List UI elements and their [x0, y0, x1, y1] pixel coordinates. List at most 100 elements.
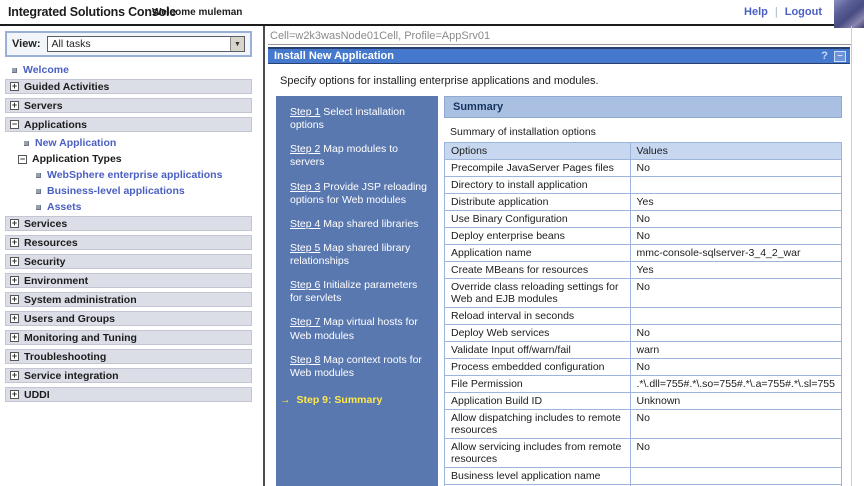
sidebar-section-system-administration[interactable]: +System administration: [5, 292, 252, 307]
value-cell: Yes: [630, 262, 842, 279]
sidebar-section-users-and-groups[interactable]: + Users and Groups: [5, 311, 252, 326]
expand-icon[interactable]: +: [10, 219, 19, 228]
panel-titlebar: Install New Application ? −: [268, 47, 850, 64]
sidebar-item-assets[interactable]: Assets: [33, 200, 252, 214]
panel-description: Specify options for installing enterpris…: [268, 64, 851, 96]
sidebar-nav-tree: Welcome + Guided Activities +Servers −Applic…: [5, 63, 252, 402]
value-cell: No: [630, 359, 842, 376]
sidebar-item-label[interactable]: Welcome: [23, 64, 69, 76]
sidebar-section-application-types[interactable]: −Application Types: [15, 152, 252, 166]
wizard-step-link[interactable]: Step 2: [290, 143, 320, 155]
logout-link[interactable]: Logout: [785, 6, 822, 18]
dropdown-arrow-icon[interactable]: ▼: [230, 37, 244, 51]
current-step-label: Step 9: Summary: [297, 394, 383, 406]
panel-help-icon[interactable]: ?: [821, 50, 828, 62]
table-header-row: Options Values: [445, 143, 842, 160]
expand-icon[interactable]: +: [10, 295, 19, 304]
value-cell: No: [630, 439, 842, 468]
value-cell: No: [630, 325, 842, 342]
expand-icon[interactable]: +: [10, 390, 19, 399]
wizard-step-link[interactable]: Step 5: [290, 242, 320, 254]
sidebar-section-label: Users and Groups: [24, 313, 115, 325]
sidebar-item-label[interactable]: Business-level applications: [47, 185, 185, 197]
summary-caption: Summary of installation options: [444, 118, 842, 142]
table-row: Validate Input off/warn/failwarn: [445, 342, 842, 359]
value-cell: No: [630, 279, 842, 308]
view-select[interactable]: All tasks ▼: [47, 36, 245, 52]
square-bullet-icon: [36, 189, 41, 194]
sidebar-section-troubleshooting[interactable]: + Troubleshooting: [5, 349, 252, 364]
sidebar-section-service-integration[interactable]: + Service integration: [5, 368, 252, 383]
sidebar-section-servers[interactable]: +Servers: [5, 98, 252, 113]
panel-title: Install New Application: [274, 50, 821, 62]
value-cell: [630, 177, 842, 194]
sidebar-section-monitoring-and-tuning[interactable]: +Monitoring and Tuning: [5, 330, 252, 345]
expand-icon[interactable]: +: [10, 101, 19, 110]
wizard-step-link[interactable]: Step 7: [290, 316, 320, 328]
sidebar-section-resources[interactable]: +Resources: [5, 235, 252, 250]
sidebar-item-label[interactable]: New Application: [35, 137, 116, 149]
table-row: Application namemmc-console-sqlserver-3_…: [445, 245, 842, 262]
sidebar-item-business-level-applications[interactable]: Business-level applications: [33, 184, 252, 198]
expand-icon[interactable]: +: [10, 371, 19, 380]
table-row: Process embedded configurationNo: [445, 359, 842, 376]
sidebar-main-divider[interactable]: [263, 26, 265, 486]
sidebar-item-websphere-enterprise-applications[interactable]: WebSphere enterprise applications: [33, 168, 252, 182]
link-separator: |: [775, 6, 778, 18]
sidebar-item-label[interactable]: Assets: [47, 201, 81, 213]
sidebar-section-guided-activities[interactable]: + Guided Activities: [5, 79, 252, 94]
wizard-step-3: Step 3 Provide JSP reloading options for…: [290, 181, 430, 207]
view-select-value: All tasks: [48, 38, 230, 50]
table-row: Distribute applicationYes: [445, 194, 842, 211]
value-cell: No: [630, 228, 842, 245]
sidebar-section-environment[interactable]: + Environment: [5, 273, 252, 288]
sidebar-item-label[interactable]: WebSphere enterprise applications: [47, 169, 222, 181]
help-link[interactable]: Help: [744, 6, 768, 18]
sidebar-item-welcome[interactable]: Welcome: [9, 63, 252, 77]
table-row: Deploy enterprise beansNo: [445, 228, 842, 245]
expand-icon[interactable]: +: [10, 352, 19, 361]
expand-icon[interactable]: +: [10, 82, 19, 91]
wizard-step-link[interactable]: Step 4: [290, 218, 320, 230]
wizard-step-link[interactable]: Step 3: [290, 181, 320, 193]
panel-minimize-icon[interactable]: −: [834, 51, 846, 62]
wizard-container: Step 1 Select installation options Step 2…: [276, 96, 842, 486]
table-row: Precompile JavaServer Pages filesNo: [445, 160, 842, 177]
sidebar-section-security[interactable]: +Security: [5, 254, 252, 269]
sidebar-item-new-application[interactable]: New Application: [21, 136, 252, 150]
navigation-sidebar: View: All tasks ▼ Welcome + Guided Activit…: [0, 26, 258, 486]
wizard-step-1: Step 1 Select installation options: [290, 106, 430, 132]
option-cell: Business level application name: [445, 468, 631, 485]
expand-icon[interactable]: +: [10, 314, 19, 323]
collapse-icon[interactable]: −: [10, 120, 19, 129]
collapse-icon[interactable]: −: [18, 155, 27, 164]
expand-icon[interactable]: +: [10, 238, 19, 247]
expand-icon[interactable]: +: [10, 333, 19, 342]
option-cell: Application Build ID: [445, 393, 631, 410]
table-row: File Permission.*\.dll=755#.*\.so=755#.*…: [445, 376, 842, 393]
wizard-step-link[interactable]: Step 6: [290, 279, 320, 291]
table-row: Application Build IDUnknown: [445, 393, 842, 410]
table-row: Deploy Web servicesNo: [445, 325, 842, 342]
expand-icon[interactable]: +: [10, 276, 19, 285]
sidebar-section-label: Service integration: [24, 370, 119, 382]
value-cell: mmc-console-sqlserver-3_4_2_war: [630, 245, 842, 262]
table-row: Allow dispatching includes to remote res…: [445, 410, 842, 439]
expand-icon[interactable]: +: [10, 257, 19, 266]
wizard-step-link[interactable]: Step 8: [290, 354, 320, 366]
sidebar-section-label: Guided Activities: [24, 81, 109, 93]
sidebar-section-applications[interactable]: −Applications: [5, 117, 252, 132]
wizard-step-2: Step 2 Map modules to servers: [290, 143, 430, 169]
wizard-steps-pane: Step 1 Select installation options Step 2…: [276, 96, 438, 486]
value-cell: [630, 468, 842, 485]
sidebar-section-services[interactable]: + Services: [5, 216, 252, 231]
wizard-step-label: Map shared libraries: [320, 218, 418, 230]
sidebar-section-label: Services: [24, 218, 67, 230]
sidebar-section-label: Environment: [24, 275, 88, 287]
sidebar-section-label: Troubleshooting: [24, 351, 106, 363]
sidebar-section-uddi[interactable]: +UDDI: [5, 387, 252, 402]
table-row: Override class reloading settings for We…: [445, 279, 842, 308]
view-selector-box: View: All tasks ▼: [5, 31, 252, 57]
wizard-step-link[interactable]: Step 1: [290, 106, 320, 118]
values-column-header: Values: [630, 143, 842, 160]
